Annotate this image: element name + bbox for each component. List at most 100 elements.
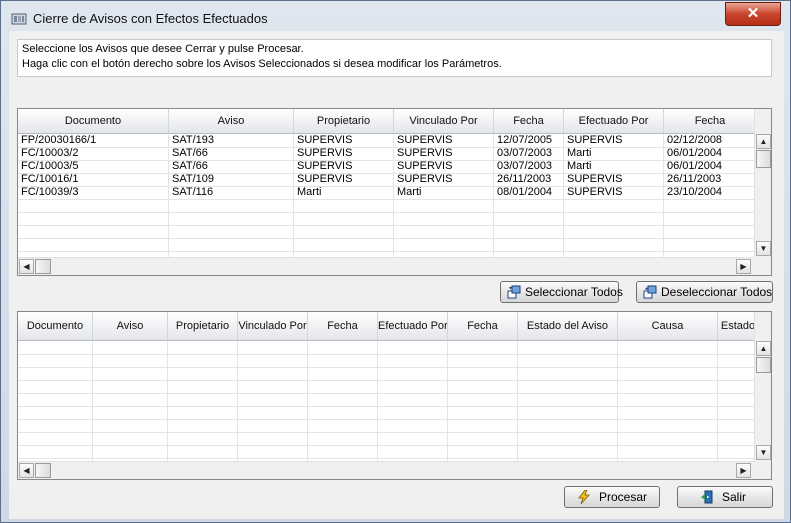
table-cell: 03/07/2003: [497, 160, 553, 172]
grid-row-line: [18, 406, 754, 407]
col-aviso[interactable]: Aviso: [169, 109, 294, 133]
instruction-line-1: Seleccione los Avisos que desee Cerrar y…: [22, 43, 304, 55]
col-causa[interactable]: Causa: [618, 312, 718, 340]
hscroll-thumb[interactable]: [35, 259, 51, 274]
table-cell: Marti: [297, 186, 322, 198]
pending-grid-hscroll[interactable]: ◀ ▶: [18, 257, 754, 275]
selected-notices-grid[interactable]: Documento Aviso Propietario Vinculado Po…: [17, 311, 772, 480]
table-cell: 03/07/2003: [497, 147, 553, 159]
hscroll-thumb[interactable]: [35, 463, 51, 478]
select-all-icon: [507, 285, 521, 299]
table-row[interactable]: FC/10039/3 SAT/116 Marti Marti 08/01/2004 SUP…: [18, 186, 754, 199]
col-aviso[interactable]: Aviso: [93, 312, 168, 340]
vscroll-thumb[interactable]: [756, 150, 771, 168]
table-cell: FC/10003/2: [21, 147, 79, 159]
grid-col-line: [717, 341, 718, 461]
table-cell: 26/11/2003: [497, 173, 552, 185]
scroll-right-icon[interactable]: ▶: [736, 259, 751, 274]
col-fecha-2[interactable]: Fecha: [664, 109, 757, 133]
table-cell: 06/01/2004: [667, 147, 723, 159]
col-fecha[interactable]: Fecha: [494, 109, 564, 133]
table-cell: SUPERVIS: [567, 186, 623, 198]
table-cell: 06/01/2004: [667, 160, 723, 172]
table-row[interactable]: FP/20030166/1 SAT/193 SUPERVIS SUPERVIS 12/0…: [18, 134, 754, 147]
grid-col-line: [617, 341, 618, 461]
grid-row-line: [18, 212, 754, 213]
grid-row-line: [18, 393, 754, 394]
table-cell: SAT/193: [172, 134, 214, 146]
table-cell: Marti: [397, 186, 422, 198]
col-documento[interactable]: Documento: [18, 109, 169, 133]
col-efectuado-por[interactable]: Efectuado Por: [564, 109, 664, 133]
grid-row-line: [18, 458, 754, 459]
col-fecha-2[interactable]: Fecha: [448, 312, 518, 340]
select-all-label: Seleccionar Todos: [525, 285, 623, 299]
grid-row-line: [18, 354, 754, 355]
select-all-button[interactable]: Seleccionar Todos: [500, 281, 623, 303]
scroll-down-icon[interactable]: ▼: [756, 445, 771, 460]
table-cell: FC/10016/1: [21, 173, 79, 185]
col-vinculado-por[interactable]: Vinculado Por: [238, 312, 308, 340]
dialog-client: Seleccione los Avisos que desee Cerrar y…: [9, 31, 784, 519]
grid-row-line: [18, 251, 754, 252]
table-cell: SUPERVIS: [397, 147, 453, 159]
grid-row-line: [18, 432, 754, 433]
table-cell: SUPERVIS: [567, 134, 623, 146]
table-row[interactable]: FC/10016/1 SAT/109 SUPERVIS SUPERVIS 26/11/2…: [18, 173, 754, 186]
pending-notices-grid[interactable]: Documento Aviso Propietario Vinculado Po…: [17, 108, 772, 276]
table-row[interactable]: FC/10003/2 SAT/66 SUPERVIS SUPERVIS 03/07/20…: [18, 147, 754, 160]
grid-row-line: [18, 380, 754, 381]
col-estado[interactable]: Estado: [718, 312, 759, 340]
table-cell: SAT/109: [172, 173, 214, 185]
scroll-down-icon[interactable]: ▼: [756, 241, 771, 256]
dialog-window: Cierre de Avisos con Efectos Efectuados …: [0, 0, 791, 523]
col-propietario[interactable]: Propietario: [294, 109, 394, 133]
process-button[interactable]: Procesar: [564, 486, 660, 508]
col-vinculado-por[interactable]: Vinculado Por: [394, 109, 494, 133]
col-efectuado-por[interactable]: Efectuado Por: [378, 312, 448, 340]
process-label: Procesar: [599, 490, 648, 504]
instructions-panel: Seleccione los Avisos que desee Cerrar y…: [17, 39, 772, 77]
title-bar[interactable]: Cierre de Avisos con Efectos Efectuados …: [1, 1, 790, 35]
table-cell: 12/07/2005: [497, 134, 553, 146]
grid-col-line: [447, 341, 448, 461]
table-cell: SUPERVIS: [567, 173, 623, 185]
table-cell: Marti: [567, 147, 592, 159]
table-cell: FP/20030166/1: [21, 134, 97, 146]
app-icon: [11, 13, 27, 25]
deselect-all-label: Deseleccionar Todos: [661, 285, 773, 299]
window-title: Cierre de Avisos con Efectos Efectuados: [33, 11, 268, 26]
col-fecha[interactable]: Fecha: [308, 312, 378, 340]
grid-row-line: [18, 419, 754, 420]
deselect-all-icon: [643, 285, 657, 299]
selected-grid-hscroll[interactable]: ◀ ▶: [18, 461, 754, 479]
table-cell: Marti: [567, 160, 592, 172]
col-estado-del-aviso[interactable]: Estado del Aviso: [518, 312, 618, 340]
scroll-up-icon[interactable]: ▲: [756, 341, 771, 356]
scroll-left-icon[interactable]: ◀: [19, 463, 34, 478]
scroll-up-icon[interactable]: ▲: [756, 134, 771, 149]
close-button[interactable]: ✕: [725, 2, 781, 26]
table-cell: FC/10039/3: [21, 186, 79, 198]
selected-grid-body: [18, 341, 754, 461]
grid-row-line: [18, 238, 754, 239]
scroll-left-icon[interactable]: ◀: [19, 259, 34, 274]
table-cell: SUPERVIS: [297, 134, 353, 146]
col-documento[interactable]: Documento: [18, 312, 93, 340]
deselect-all-button[interactable]: Deseleccionar Todos: [636, 281, 773, 303]
exit-button[interactable]: Salir: [677, 486, 773, 508]
grid-row-line: [18, 199, 754, 200]
table-cell: SUPERVIS: [397, 173, 453, 185]
table-cell: SUPERVIS: [397, 134, 453, 146]
grid-col-line: [92, 341, 93, 461]
scroll-right-icon[interactable]: ▶: [736, 463, 751, 478]
close-icon: ✕: [746, 5, 760, 22]
table-row[interactable]: FC/10003/5 SAT/66 SUPERVIS SUPERVIS 03/07/20…: [18, 160, 754, 173]
table-cell: SUPERVIS: [397, 160, 453, 172]
selected-grid-vscroll[interactable]: ▲ ▼: [754, 312, 771, 462]
grid-row-line: [18, 367, 754, 368]
vscroll-thumb[interactable]: [756, 357, 771, 373]
exit-label: Salir: [722, 490, 747, 504]
col-propietario[interactable]: Propietario: [168, 312, 238, 340]
pending-grid-vscroll[interactable]: ▲ ▼: [754, 109, 771, 258]
